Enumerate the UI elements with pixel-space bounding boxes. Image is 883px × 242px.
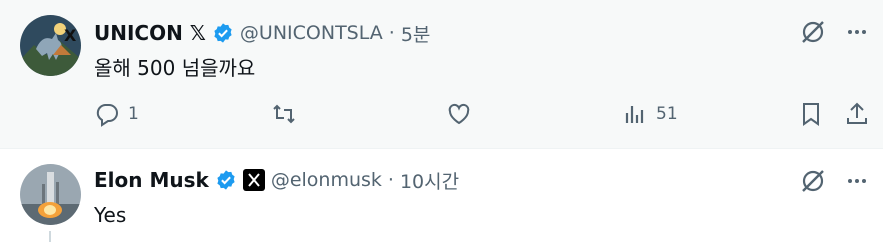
verified-badge-icon[interactable] xyxy=(212,22,234,44)
more-options-icon[interactable] xyxy=(845,20,869,44)
display-name[interactable]: Elon Musk xyxy=(94,168,209,192)
x-logo-badge-icon[interactable] xyxy=(242,169,265,191)
like-icon xyxy=(448,103,470,125)
retweet-button[interactable] xyxy=(271,98,297,130)
verified-badge-icon[interactable] xyxy=(215,169,237,191)
views-button[interactable]: 51 xyxy=(622,98,678,130)
user-handle[interactable]: @elonmusk xyxy=(271,169,382,191)
thread-line xyxy=(49,231,51,242)
like-button[interactable] xyxy=(446,98,472,130)
share-icon xyxy=(847,102,867,124)
svg-text:X: X xyxy=(64,26,77,45)
avatar-unicon[interactable]: X xyxy=(20,15,81,76)
tweet-elon[interactable]: Elon Musk @elonmusk · 10시간 Yes xyxy=(0,149,883,242)
action-bar: 1 51 xyxy=(94,98,874,130)
user-handle[interactable]: @UNICONTSLA xyxy=(240,22,383,44)
retweet-icon xyxy=(273,104,295,124)
tweet-unicon[interactable]: X UNICON 𝕏 @UNICONTSLA · 5분 올해 500 넘을까요 … xyxy=(0,0,883,148)
reply-button[interactable]: 1 xyxy=(94,98,139,130)
separator-dot: · xyxy=(387,169,394,191)
bookmark-button[interactable] xyxy=(798,98,824,130)
views-icon xyxy=(625,106,644,123)
tweet-text: 올해 500 넘을까요 xyxy=(94,56,256,80)
bookmark-icon xyxy=(803,103,819,126)
share-button[interactable] xyxy=(844,98,870,130)
more-options-icon[interactable] xyxy=(845,169,869,193)
views-count: 51 xyxy=(656,104,678,124)
avatar-elon[interactable] xyxy=(20,164,81,225)
reply-icon xyxy=(96,104,118,127)
display-name[interactable]: UNICON 𝕏 xyxy=(94,21,206,45)
reply-count: 1 xyxy=(128,104,139,124)
grok-icon[interactable] xyxy=(799,167,827,195)
tweet-text: Yes xyxy=(94,203,127,227)
timestamp[interactable]: 10시간 xyxy=(400,167,459,194)
grok-icon[interactable] xyxy=(799,18,827,46)
timestamp[interactable]: 5분 xyxy=(401,20,431,47)
separator-dot: · xyxy=(388,22,395,44)
